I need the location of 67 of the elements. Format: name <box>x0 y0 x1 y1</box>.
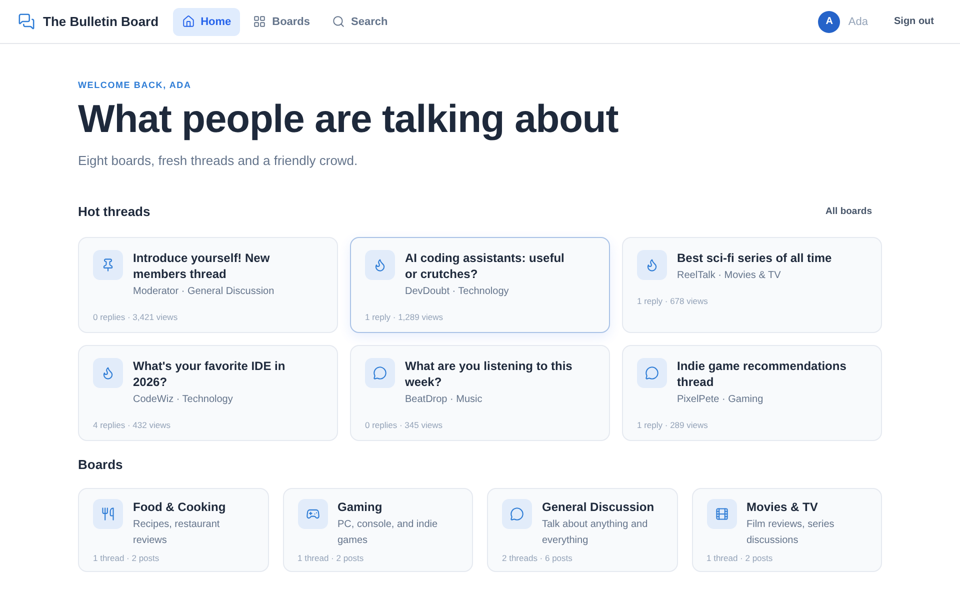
flame-icon <box>101 366 115 380</box>
thread-card[interactable]: Introduce yourself! New members thread Moderator · General Discussion 0 replies · 3,421 views <box>78 236 338 333</box>
gamepad-icon <box>306 506 320 521</box>
fork-knife-icon <box>101 506 115 521</box>
brand-name: The Bulletin Board <box>43 14 159 29</box>
thread-card[interactable]: What's your favorite IDE in 2026? CodeWiz · Technology 4 replies · 432 views <box>78 344 338 441</box>
thread-stats: 0 replies · 345 views <box>365 420 444 430</box>
thread-meta: PixelPete · Gaming <box>677 392 764 407</box>
thread-title: What's your favorite IDE in 2026? <box>133 358 286 390</box>
sign-out-button[interactable]: Sign out <box>894 16 934 27</box>
search-icon <box>332 15 346 28</box>
page-title: What people are talking about <box>78 98 620 143</box>
user-name: Ada <box>848 16 868 28</box>
thread-card[interactable]: AI coding assistants: useful or crutches? DevDoubt · Technology 1 reply · 1,289 views <box>350 236 610 333</box>
thread-meta: ReelTalk · Movies & TV <box>677 268 782 283</box>
thread-stats: 1 reply · 678 views <box>637 296 709 306</box>
board-name: Food & Cooking <box>133 498 227 515</box>
thread-title: What are you listening to this week? <box>405 358 574 390</box>
board-stats: 1 thread · 2 posts <box>298 552 365 563</box>
thread-meta: DevDoubt · Technology <box>405 284 510 299</box>
section-heading: Hot threads <box>78 204 150 219</box>
thread-stats: 1 reply · 289 views <box>637 420 709 430</box>
board-card[interactable]: Food & Cooking Recipes, restaurant reviews 1 thread · 2 posts <box>78 488 268 572</box>
thread-title: Best sci-fi series of all time <box>677 250 833 266</box>
board-card[interactable]: General Discussion Talk about anything and everything 2 threads · 6 posts <box>487 488 678 572</box>
board-name: General Discussion <box>542 498 656 515</box>
flame-icon <box>645 258 659 272</box>
thread-meta: CodeWiz · Technology <box>133 392 234 407</box>
thread-meta: BeatDrop · Music <box>405 392 484 407</box>
board-description: Recipes, restaurant reviews <box>133 518 221 548</box>
speech-bubble-icon <box>645 366 659 380</box>
thread-stats: 4 replies · 432 views <box>93 420 172 430</box>
pin-icon <box>101 258 115 272</box>
film-icon <box>714 506 728 521</box>
thread-title: Indie game recommendations thread <box>677 358 848 390</box>
all-boards-link[interactable]: All boards <box>826 206 872 217</box>
thread-title: Introduce yourself! New members thread <box>133 250 271 282</box>
board-description: PC, console, and indie games <box>338 518 439 548</box>
board-stats: 2 threads · 6 posts <box>502 552 574 563</box>
flame-icon <box>373 258 387 272</box>
board-card[interactable]: Movies & TV Film reviews, series discussions 1 thread · 2 posts <box>692 488 882 572</box>
board-name: Movies & TV <box>746 498 819 515</box>
nav-link[interactable]: Home <box>172 8 240 36</box>
nav-link[interactable]: Search <box>323 8 397 36</box>
thread-card[interactable]: Best sci-fi series of all time ReelTalk · Movies & TV 1 reply · 678 views <box>622 236 882 333</box>
board-description: Talk about anything and everything <box>542 518 649 548</box>
board-stats: 1 thread · 2 posts <box>93 552 160 563</box>
thread-stats: 1 reply · 1,289 views <box>365 312 444 322</box>
board-stats: 1 thread · 2 posts <box>706 552 774 563</box>
board-description: Film reviews, series discussions <box>746 518 836 548</box>
eyebrow-text: WELCOME BACK, ADA <box>78 80 192 90</box>
board-name: Gaming <box>338 498 384 515</box>
nav-link[interactable]: Boards <box>244 8 320 36</box>
avatar[interactable]: A <box>818 10 840 32</box>
speech-bubble-icon <box>373 366 387 380</box>
grid-icon <box>253 15 266 28</box>
home-icon <box>182 15 195 28</box>
chat-bubbles-icon <box>18 13 35 30</box>
thread-card[interactable]: Indie game recommendations thread PixelPete · Gaming 1 reply · 289 views <box>622 344 882 441</box>
page-subtitle: Eight boards, fresh threads and a friendly crowd. <box>78 152 359 168</box>
speech-bubble-icon <box>510 506 524 521</box>
board-card[interactable]: Gaming PC, console, and indie games 1 thread · 2 posts <box>282 488 473 572</box>
thread-stats: 0 replies · 3,421 views <box>93 312 179 322</box>
section-heading: Boards <box>78 456 123 472</box>
thread-card[interactable]: What are you listening to this week? BeatDrop · Music 0 replies · 345 views <box>350 344 610 441</box>
thread-title: AI coding assistants: useful or crutches? <box>405 250 566 282</box>
thread-meta: Moderator · General Discussion <box>133 284 276 299</box>
